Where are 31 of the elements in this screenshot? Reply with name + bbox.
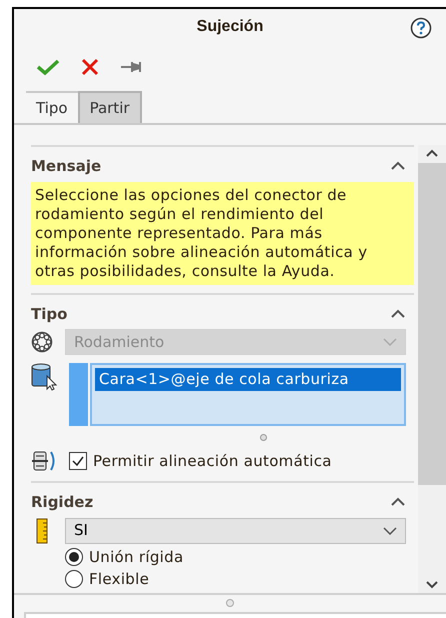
caret-icon [383,338,397,346]
radio-label: Flexible [89,570,150,588]
selection-list[interactable]: Cara<1>@eje de cola carburiza [90,363,406,426]
caret-icon [383,526,397,534]
window-title: Sujeción [196,17,264,37]
resize-handle[interactable] [260,434,267,441]
panel-resize-handle[interactable] [226,599,234,607]
section-title: Rigidez [31,492,94,513]
collapse-icon[interactable] [390,497,406,508]
collapse-icon[interactable] [390,161,406,172]
radio-button[interactable] [65,548,83,566]
checkbox[interactable] [69,452,87,470]
close-icon[interactable] [80,58,100,76]
dropdown[interactable]: SI [65,518,406,544]
check-icon[interactable] [36,58,60,76]
section-title: Mensaje [31,156,102,177]
tab[interactable]: Partir [78,91,142,123]
selection-color-bar [69,363,88,426]
bearing-icon [31,331,53,353]
collapse-icon[interactable] [390,308,406,319]
scrollbar[interactable] [418,145,446,593]
checkmark-icon [71,454,85,468]
alignment-icon [31,449,57,473]
help-icon[interactable] [410,17,432,39]
cylinder-cursor-icon [31,363,57,391]
section-title: Tipo [31,304,68,324]
message-text: Seleccione las opciones del conector de rodamiento según el rendimiento del componente representado. Para más información sobre alineación automática y otras posibilidades, consulte la Ayuda. [31,182,414,284]
radio-button[interactable] [65,570,83,588]
selection-item[interactable]: Cara<1>@eje de cola carburiza [95,368,401,390]
checkbox-label: Permitir alineación automática [93,450,332,472]
radio-label: Unión rígida [89,548,184,566]
